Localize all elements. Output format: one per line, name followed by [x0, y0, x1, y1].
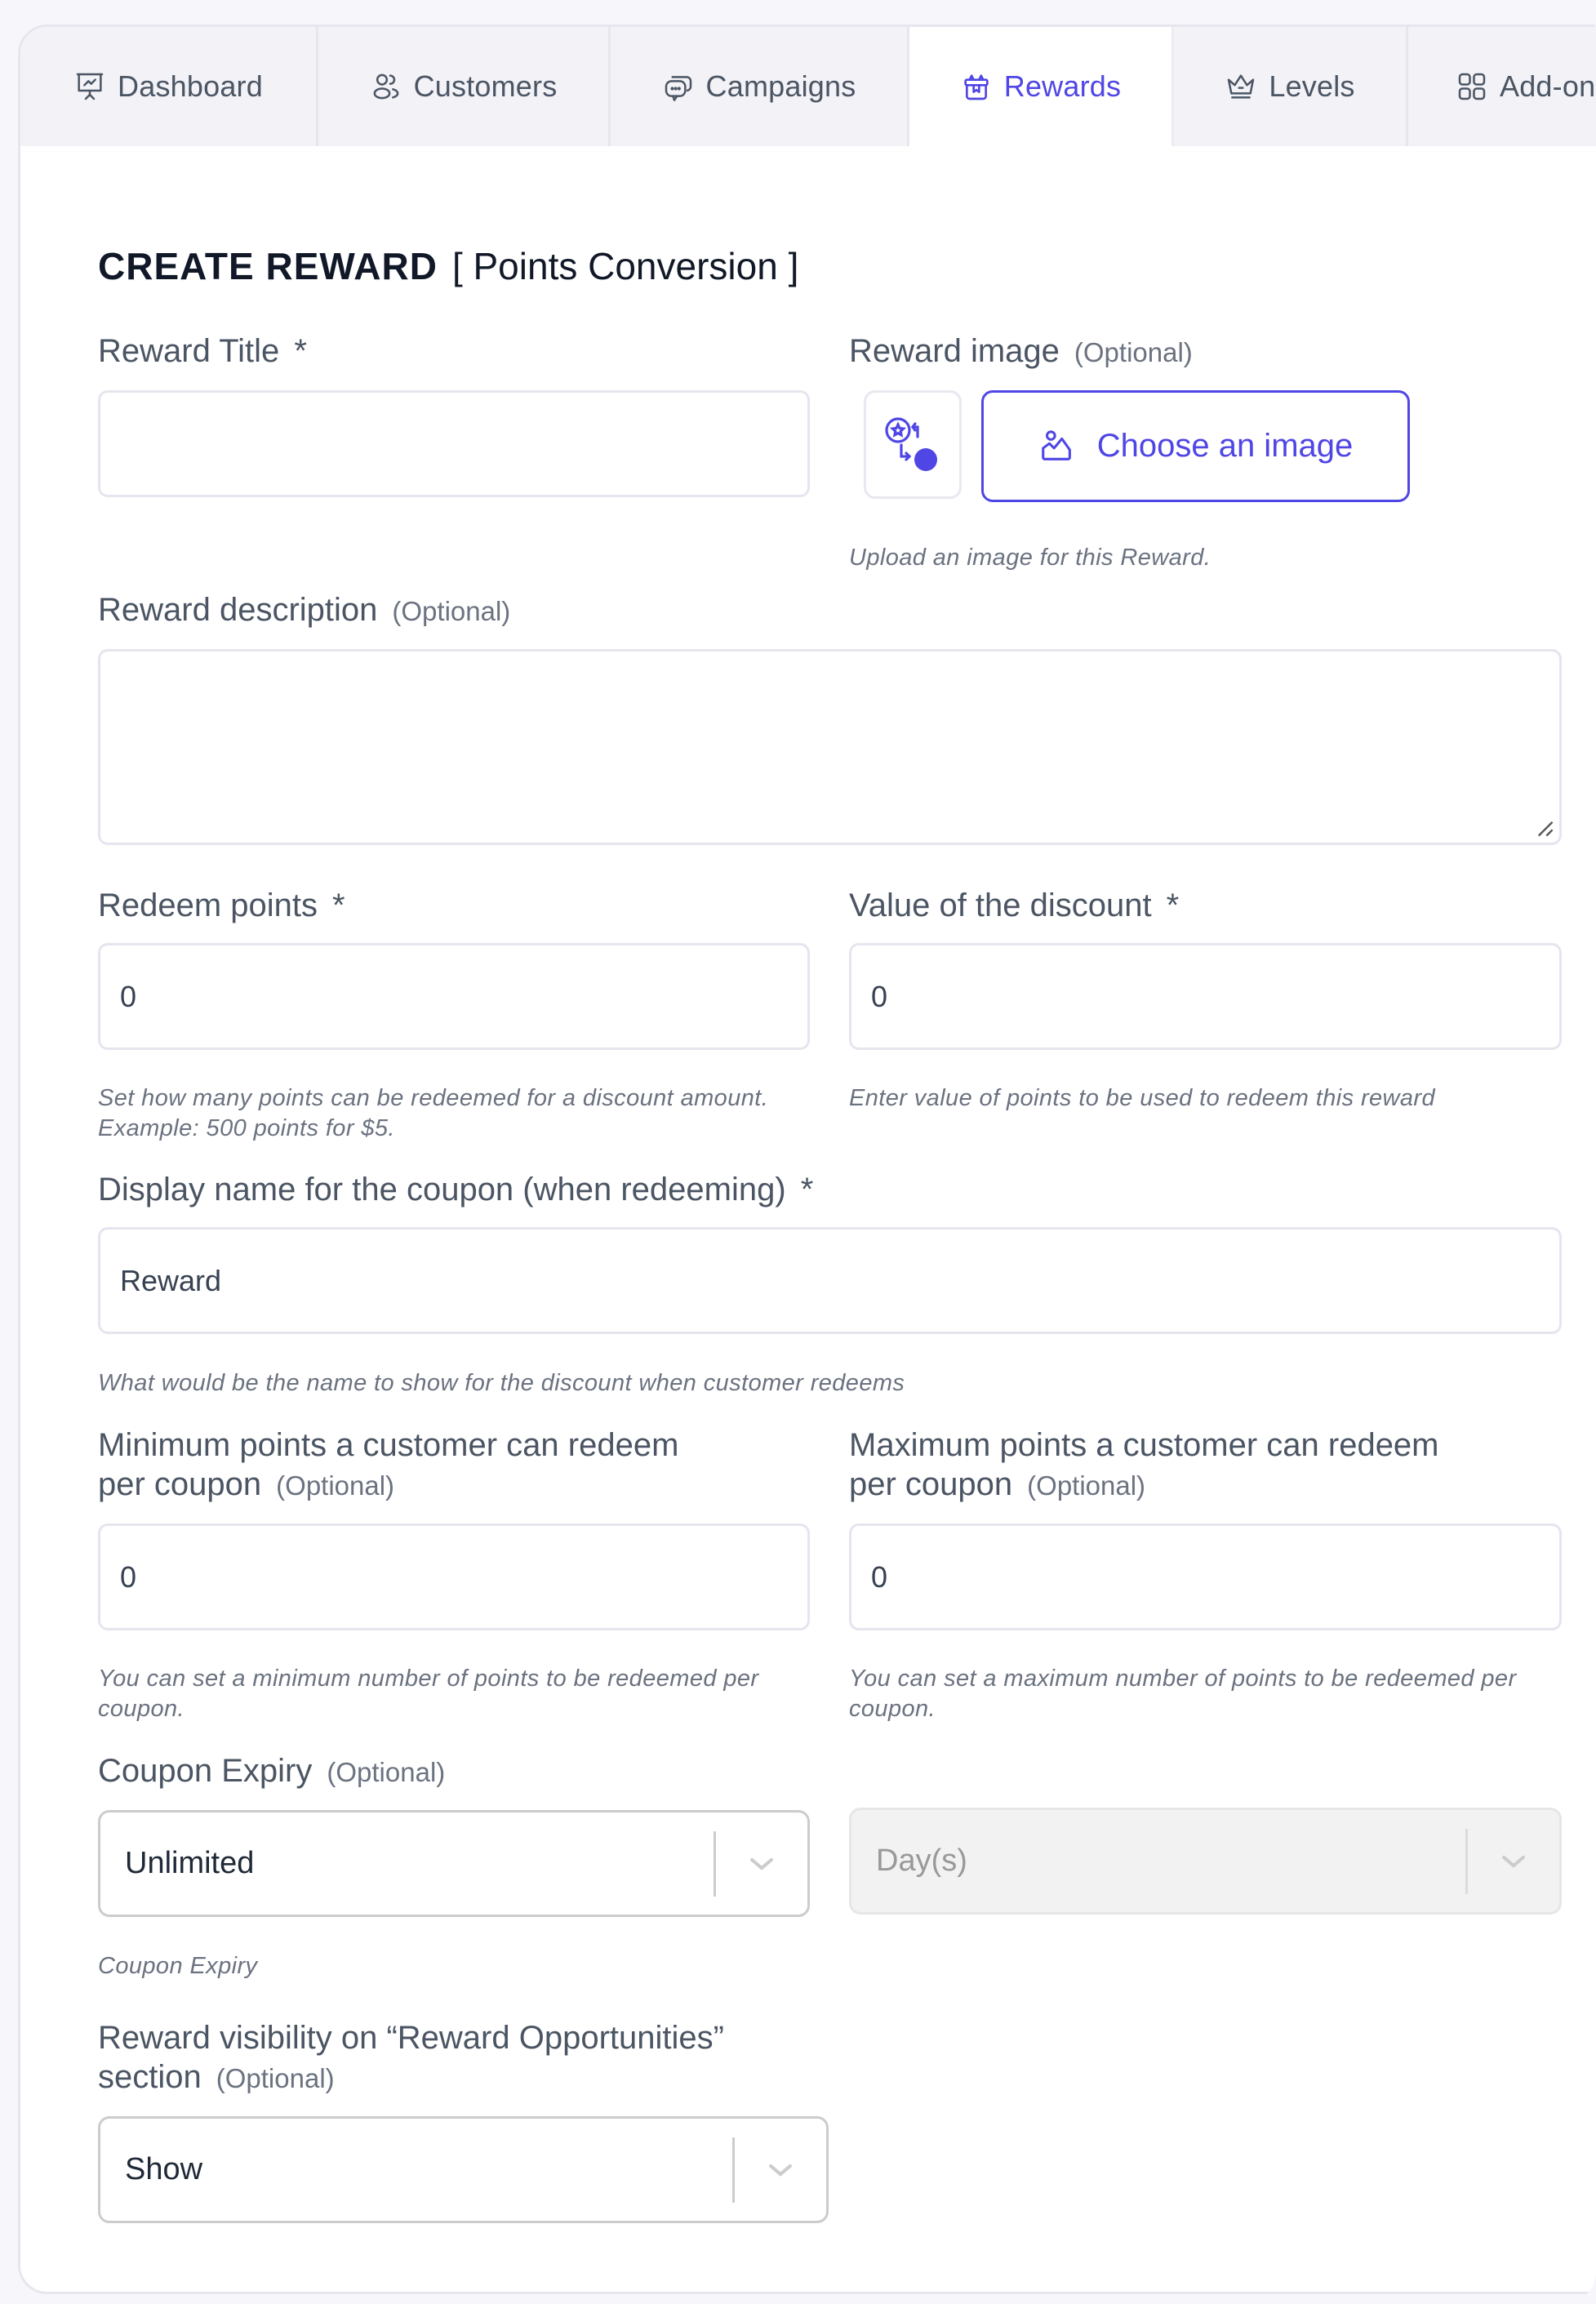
users-icon	[373, 73, 398, 100]
reward-title-label: Reward Title *	[98, 331, 307, 371]
select-value: Unlimited	[125, 1846, 255, 1880]
max-points-input[interactable]: 0	[849, 1523, 1562, 1630]
label-text: Minimum points a customer can redeem	[98, 1427, 679, 1463]
reward-image-help: Upload an image for this Reward.	[849, 545, 1211, 571]
choose-image-button[interactable]: Choose an image	[981, 390, 1410, 502]
page-frame: Dashboard Customers Campaigns Rewards Le…	[0, 0, 1596, 2304]
reward-description-label: Reward description (Optional)	[98, 590, 510, 631]
coupon-display-name-input[interactable]: Reward	[98, 1227, 1562, 1334]
label-text: Reward description	[98, 592, 378, 628]
tab-label: Rewards	[1003, 69, 1122, 103]
reward-description-textarea[interactable]	[98, 649, 1562, 845]
tab-campaigns[interactable]: Campaigns	[611, 27, 909, 146]
visibility-select[interactable]: Show	[98, 2116, 829, 2223]
optional-marker: (Optional)	[327, 1757, 446, 1787]
redeem-points-help: Set how many points can be redeemed for …	[98, 1083, 768, 1144]
optional-marker: (Optional)	[392, 596, 511, 626]
required-marker: *	[294, 333, 307, 369]
chevron-down-icon[interactable]	[716, 1855, 807, 1873]
help-line: Example: 500 points for $5.	[98, 1115, 395, 1141]
tab-customers[interactable]: Customers	[318, 27, 611, 146]
label-text: Reward image	[849, 333, 1060, 369]
optional-marker: (Optional)	[216, 2063, 335, 2093]
help-line: coupon.	[98, 1696, 184, 1722]
tab-levels[interactable]: Levels	[1174, 27, 1408, 146]
reward-image-preview	[864, 390, 962, 499]
min-points-label: Minimum points a customer can redeem per…	[98, 1426, 678, 1506]
tab-label: Campaigns	[705, 69, 856, 103]
coupon-display-name-help: What would be the name to show for the d…	[98, 1370, 905, 1396]
label-text: section	[98, 2059, 202, 2095]
tab-label: Dashboard	[118, 69, 263, 103]
grid-icon	[1458, 73, 1486, 100]
label-text: Redeem points	[98, 887, 318, 923]
main-tabs: Dashboard Customers Campaigns Rewards Le…	[20, 27, 1596, 146]
page-title-subtitle: [ Points Conversion ]	[451, 245, 799, 287]
label-text: Coupon Expiry	[98, 1753, 313, 1789]
label-text: Reward Title	[98, 333, 280, 369]
help-line: You can set a maximum number of points t…	[849, 1666, 1517, 1692]
create-reward-card: Dashboard Customers Campaigns Rewards Le…	[18, 24, 1596, 2294]
required-marker: *	[1166, 887, 1180, 923]
redeem-points-input[interactable]: 0	[98, 943, 810, 1050]
tab-label: Levels	[1269, 69, 1355, 103]
select-value: Day(s)	[876, 1844, 967, 1878]
tab-add-ons[interactable]: Add-ons	[1408, 27, 1596, 146]
tab-label: Customers	[413, 69, 558, 103]
page-title: CREATE REWARD [ Points Conversion ]	[98, 244, 798, 288]
label-text: per coupon	[849, 1466, 1013, 1502]
resize-handle-icon[interactable]	[1535, 818, 1554, 838]
page-title-main: CREATE REWARD	[98, 245, 438, 287]
optional-marker: (Optional)	[276, 1470, 395, 1501]
required-marker: *	[800, 1172, 814, 1208]
optional-marker: (Optional)	[1027, 1470, 1146, 1501]
max-points-label: Maximum points a customer can redeem per…	[849, 1426, 1439, 1506]
choose-image-label: Choose an image	[1096, 428, 1354, 464]
discount-value-label: Value of the discount *	[849, 886, 1179, 925]
presentation-chart-icon	[76, 73, 104, 100]
help-line: Set how many points can be redeemed for …	[98, 1085, 769, 1111]
select-value: Show	[125, 2152, 203, 2186]
label-text: Display name for the coupon (when redeem…	[98, 1172, 786, 1208]
chat-bubbles-icon	[665, 76, 691, 101]
max-points-help: You can set a maximum number of points t…	[849, 1664, 1517, 1724]
min-points-help: You can set a minimum number of points t…	[98, 1664, 758, 1724]
discount-value-input[interactable]: 0	[849, 943, 1562, 1050]
crown-icon	[1228, 74, 1255, 99]
tab-dashboard[interactable]: Dashboard	[20, 27, 318, 146]
points-conversion-icon	[885, 416, 937, 471]
label-text: Reward visibility on “Reward Opportuniti…	[98, 2020, 724, 2056]
coupon-expiry-select[interactable]: Unlimited	[98, 1810, 810, 1917]
discount-value-help: Enter value of points to be used to rede…	[849, 1085, 1435, 1111]
coupon-display-name-label: Display name for the coupon (when redeem…	[98, 1170, 813, 1209]
reward-image-label: Reward image (Optional)	[849, 331, 1193, 372]
tab-label: Add-ons	[1500, 69, 1596, 103]
chevron-down-icon	[1468, 1853, 1559, 1870]
help-line: You can set a minimum number of points t…	[98, 1666, 759, 1692]
reward-title-input[interactable]	[98, 390, 810, 497]
visibility-label: Reward visibility on “Reward Opportuniti…	[98, 2018, 724, 2098]
gift-icon	[964, 74, 989, 100]
redeem-points-label: Redeem points *	[98, 886, 345, 925]
help-line: coupon.	[849, 1696, 936, 1722]
label-text: per coupon	[98, 1466, 262, 1502]
optional-marker: (Optional)	[1074, 337, 1193, 367]
coupon-expiry-unit-select: Day(s)	[849, 1808, 1562, 1915]
chevron-down-icon[interactable]	[735, 2161, 826, 2179]
coupon-expiry-label: Coupon Expiry (Optional)	[98, 1751, 445, 1792]
tab-rewards[interactable]: Rewards	[909, 27, 1174, 146]
coupon-expiry-help: Coupon Expiry	[98, 1953, 258, 1979]
label-text: Maximum points a customer can redeem	[849, 1427, 1439, 1463]
min-points-input[interactable]: 0	[98, 1523, 810, 1630]
image-icon	[1041, 429, 1071, 460]
label-text: Value of the discount	[849, 887, 1152, 923]
required-marker: *	[332, 887, 345, 923]
